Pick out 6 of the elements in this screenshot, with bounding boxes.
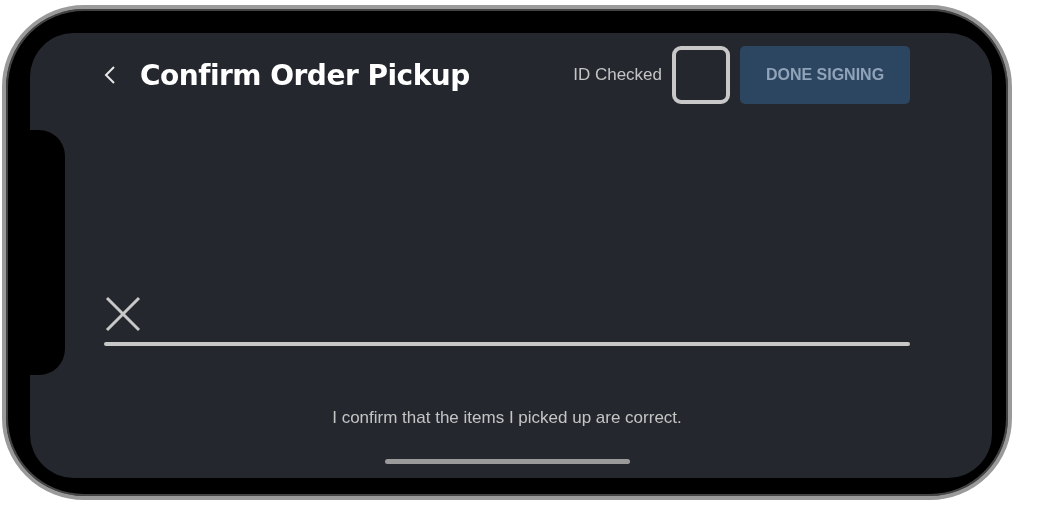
id-checkbox[interactable] xyxy=(672,46,730,104)
confirmation-text: I confirm that the items I picked up are correct. xyxy=(331,408,683,428)
back-icon[interactable] xyxy=(104,66,116,84)
signature-x-icon xyxy=(105,296,141,332)
page-title: Confirm Order Pickup xyxy=(140,58,470,92)
checkbox-label: ID Checked xyxy=(573,65,662,85)
